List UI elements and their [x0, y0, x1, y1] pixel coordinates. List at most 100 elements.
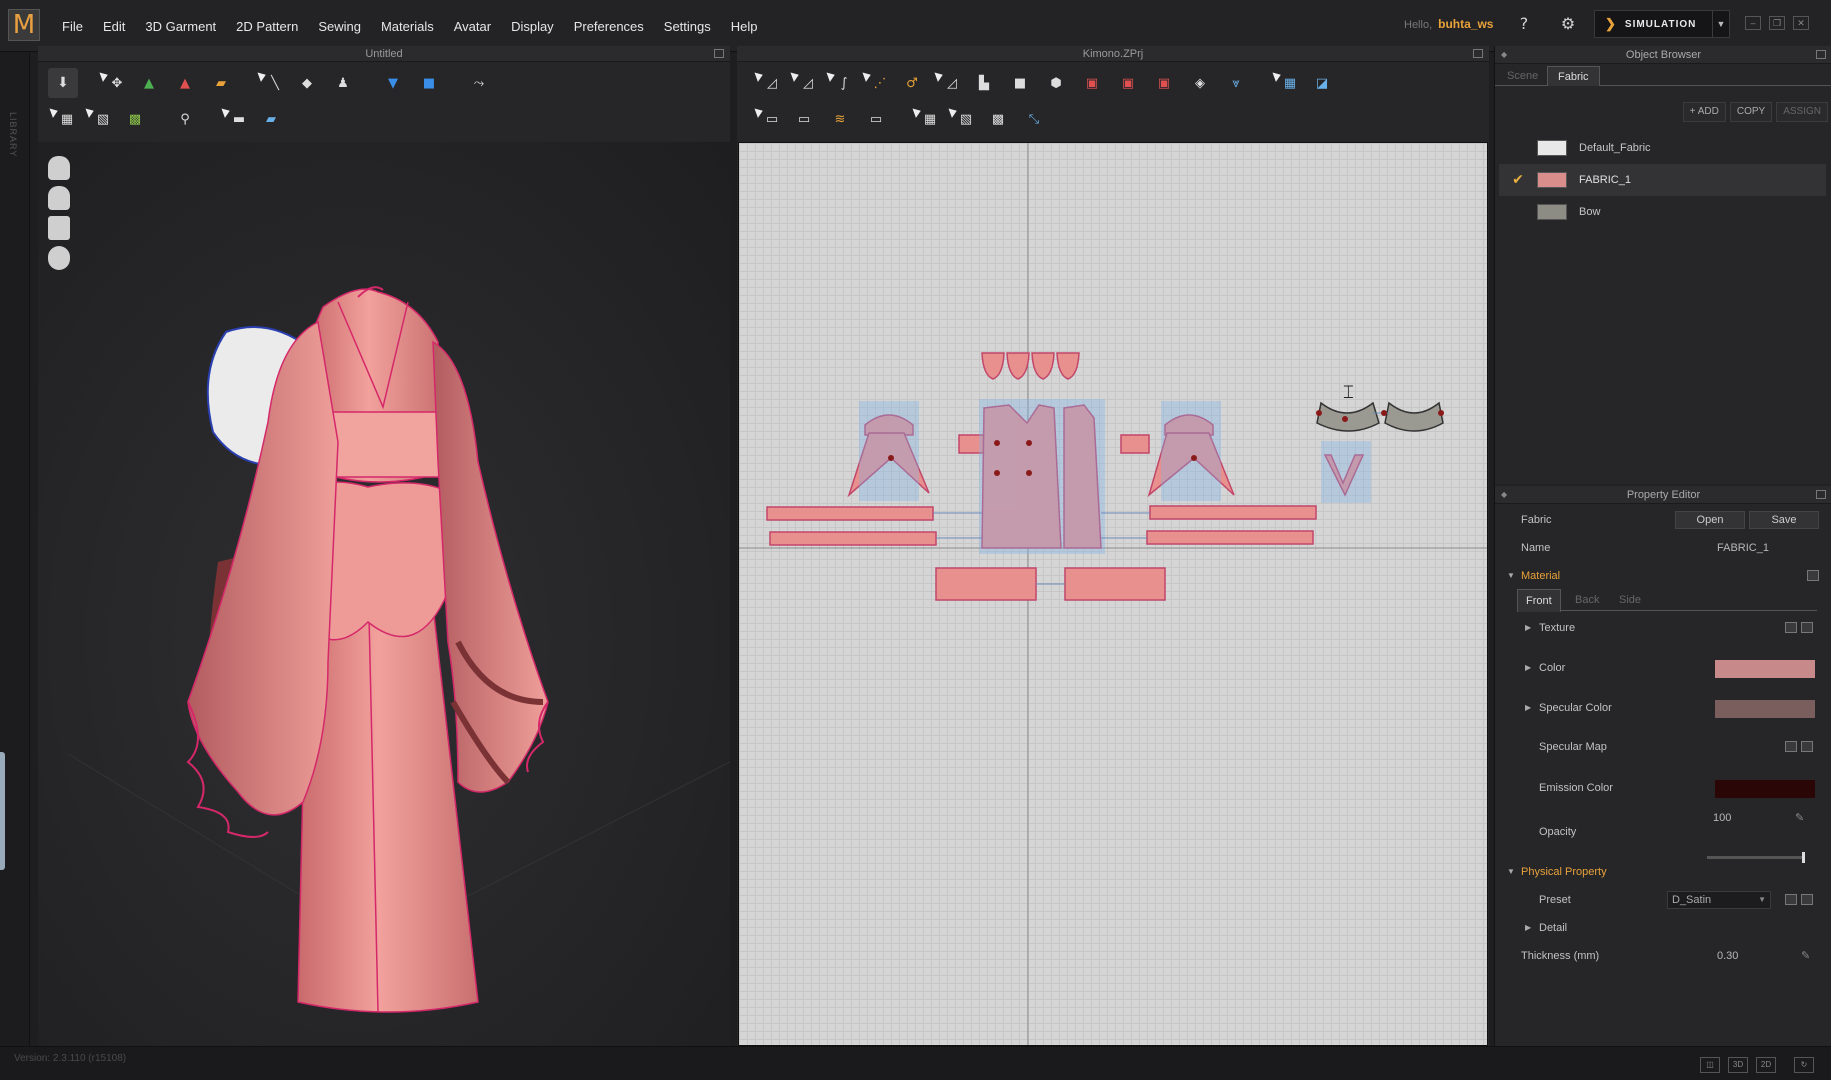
- preset-open-icon[interactable]: [1785, 894, 1797, 905]
- name-value[interactable]: FABRIC_1: [1717, 536, 1769, 560]
- expand-icon[interactable]: ▶: [1525, 656, 1531, 680]
- arrow-down-icon[interactable]: ⬇: [48, 68, 78, 98]
- internal-line-icon[interactable]: ◿: [933, 68, 963, 98]
- float-window-icon[interactable]: [1473, 49, 1483, 58]
- transform-pattern-icon[interactable]: ◿: [753, 68, 783, 98]
- flat-icon[interactable]: ▰: [256, 104, 286, 134]
- avatar-remove-icon[interactable]: ▲: [170, 68, 200, 98]
- collapse-icon[interactable]: ▼: [1507, 564, 1515, 588]
- tab-scene[interactable]: Scene: [1497, 66, 1548, 86]
- reset-icon[interactable]: [1807, 570, 1819, 581]
- layout-icon[interactable]: ◫: [1700, 1057, 1720, 1073]
- menu-2d-pattern[interactable]: 2D Pattern: [226, 19, 308, 34]
- copy-fabric-button[interactable]: COPY: [1729, 102, 1773, 122]
- garment-3d-render[interactable]: [38, 142, 730, 1046]
- edit-pencil-icon[interactable]: ✎: [1801, 944, 1810, 968]
- float-window-icon[interactable]: [714, 49, 724, 58]
- app-logo[interactable]: M: [8, 9, 40, 41]
- rect-icon[interactable]: ▙: [969, 68, 999, 98]
- texture-clear-icon[interactable]: [1801, 622, 1813, 633]
- move-icon[interactable]: ✥: [98, 68, 128, 98]
- preset-save-icon[interactable]: [1801, 894, 1813, 905]
- menu-display[interactable]: Display: [501, 19, 564, 34]
- red-square-icon[interactable]: ▣: [1149, 68, 1179, 98]
- edit-curvature-icon[interactable]: ♂: [897, 68, 927, 98]
- collapse-icon[interactable]: ▼: [1507, 860, 1515, 884]
- red-rect-icon[interactable]: ▣: [1113, 68, 1143, 98]
- free-sew-icon[interactable]: ▭: [789, 104, 819, 134]
- polygon-icon[interactable]: ◈: [1185, 68, 1215, 98]
- maximize-icon[interactable]: ❐: [1769, 16, 1785, 30]
- fabric-item[interactable]: Default_Fabric: [1499, 132, 1826, 164]
- help-icon[interactable]: ?: [1513, 13, 1535, 35]
- material-section[interactable]: ▼ Material: [1495, 564, 1831, 588]
- add-fabric-button[interactable]: + ADD: [1682, 102, 1726, 122]
- viewport-2d[interactable]: ⌶: [738, 142, 1488, 1046]
- square-icon[interactable]: ■: [1005, 68, 1035, 98]
- user-name[interactable]: buhta_ws: [1438, 17, 1493, 31]
- tab-fabric[interactable]: Fabric: [1547, 66, 1600, 86]
- edit-texture-icon[interactable]: ▦: [911, 104, 941, 134]
- seam-select-icon[interactable]: ▬: [220, 104, 250, 134]
- select-edit-icon[interactable]: ▧: [84, 104, 114, 134]
- pose-icon[interactable]: ♟: [328, 68, 358, 98]
- refresh-icon[interactable]: ↻: [1794, 1057, 1814, 1073]
- menu-preferences[interactable]: Preferences: [564, 19, 654, 34]
- fabric-item[interactable]: Bow: [1499, 196, 1826, 228]
- fold-line-icon[interactable]: ⩔: [1221, 68, 1251, 98]
- select-icon[interactable]: ▦: [1271, 68, 1301, 98]
- specular-color-swatch[interactable]: [1715, 700, 1815, 718]
- specular-browse-icon[interactable]: [1785, 741, 1797, 752]
- viewport-3d[interactable]: [38, 142, 730, 1046]
- tab-back[interactable]: Back: [1567, 589, 1607, 611]
- pin-icon[interactable]: ╲: [256, 68, 286, 98]
- color-swatch[interactable]: [1715, 660, 1815, 678]
- fabric-item-selected[interactable]: ✔ FABRIC_1: [1499, 164, 1826, 196]
- run-icon[interactable]: ⤳: [464, 68, 494, 98]
- grid-icon[interactable]: ▩: [983, 104, 1013, 134]
- pattern-view-icon[interactable]: ◪: [1307, 68, 1337, 98]
- assign-fabric-button[interactable]: ASSIGN: [1776, 102, 1828, 122]
- emission-color-swatch[interactable]: [1715, 780, 1815, 798]
- add-point-icon[interactable]: ⋰: [861, 68, 891, 98]
- menu-edit[interactable]: Edit: [93, 19, 135, 34]
- edit-pencil-icon[interactable]: ✎: [1795, 806, 1804, 830]
- view-3d-button[interactable]: 3D: [1728, 1057, 1748, 1073]
- select-mesh-icon[interactable]: ▦: [48, 104, 78, 134]
- tab-front[interactable]: Front: [1517, 589, 1561, 612]
- expand-icon[interactable]: ▶: [1525, 616, 1531, 640]
- preset-dropdown[interactable]: D_Satin ▼: [1667, 891, 1771, 909]
- physical-section[interactable]: ▼ Physical Property: [1495, 860, 1831, 884]
- dart-icon[interactable]: ▣: [1077, 68, 1107, 98]
- wave-sew-icon[interactable]: ≋: [825, 104, 855, 134]
- segment-sew-icon[interactable]: ▭: [753, 104, 783, 134]
- brush-icon[interactable]: ◆: [292, 68, 322, 98]
- transform-texture-icon[interactable]: ▧: [947, 104, 977, 134]
- library-expand-handle[interactable]: [0, 752, 5, 870]
- menu-sewing[interactable]: Sewing: [308, 19, 371, 34]
- open-button[interactable]: Open: [1675, 511, 1745, 529]
- checker-icon[interactable]: ▩: [120, 104, 150, 134]
- texture-browse-icon[interactable]: [1785, 622, 1797, 633]
- view-2d-button[interactable]: 2D: [1756, 1057, 1776, 1073]
- minimize-icon[interactable]: –: [1745, 16, 1761, 30]
- expand-icon[interactable]: ▶: [1525, 916, 1531, 940]
- menu-3d-garment[interactable]: 3D Garment: [135, 19, 226, 34]
- circle-icon[interactable]: ⬢: [1041, 68, 1071, 98]
- community-icon[interactable]: ⚙: [1557, 13, 1579, 35]
- grading-icon[interactable]: ⤡: [1019, 104, 1049, 134]
- check-sew-icon[interactable]: ▭: [861, 104, 891, 134]
- detail-row[interactable]: ▶ Detail: [1495, 916, 1831, 940]
- garment-blue-icon[interactable]: ▼: [378, 68, 408, 98]
- curve-point-icon[interactable]: ∫: [825, 68, 855, 98]
- pin-icon[interactable]: ◆: [1501, 46, 1507, 64]
- opacity-slider[interactable]: [1707, 852, 1805, 863]
- fold-icon[interactable]: ▰: [206, 68, 236, 98]
- library-strip[interactable]: LIBRARY: [0, 52, 30, 1062]
- avatar-add-icon[interactable]: ▲: [134, 68, 164, 98]
- menu-avatar[interactable]: Avatar: [444, 19, 501, 34]
- tab-side[interactable]: Side: [1611, 589, 1649, 611]
- float-window-icon[interactable]: [1816, 50, 1826, 59]
- simulation-button[interactable]: ❯ SIMULATION: [1594, 10, 1714, 38]
- pattern-canvas[interactable]: ⌶: [739, 143, 1488, 1046]
